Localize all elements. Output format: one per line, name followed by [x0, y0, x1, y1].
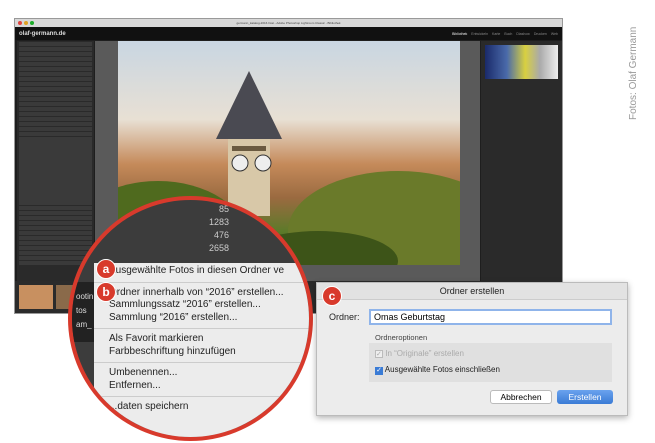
- folder-row[interactable]: [19, 136, 92, 141]
- badge-c: c: [322, 286, 342, 306]
- folder-row[interactable]: [19, 236, 92, 241]
- option-include-selected-label: Ausgewählte Fotos einschließen: [384, 365, 500, 374]
- folder-row[interactable]: [19, 156, 92, 161]
- folder-row[interactable]: [19, 126, 92, 131]
- folder-row[interactable]: [19, 241, 92, 246]
- magnifier-circle: 85 1283 476 2658 ootin tos am_ Ausgewähl…: [68, 196, 313, 441]
- folder-row[interactable]: [19, 81, 92, 86]
- folder-row[interactable]: [19, 46, 92, 51]
- title-bar: germann_katalog-2016.lrcat - Adobe Photo…: [15, 19, 562, 27]
- filmstrip-thumbnail[interactable]: [19, 285, 53, 309]
- folder-row[interactable]: [19, 231, 92, 236]
- folder-row[interactable]: [19, 131, 92, 136]
- folder-row[interactable]: [19, 251, 92, 256]
- option-in-originals-label: In “Originale” erstellen: [385, 349, 464, 358]
- folder-row[interactable]: [19, 56, 92, 61]
- folder-row[interactable]: [19, 86, 92, 91]
- folder-row[interactable]: [19, 41, 92, 46]
- module-drucken[interactable]: Drucken: [534, 32, 547, 36]
- folder-row[interactable]: [19, 246, 92, 251]
- module-web[interactable]: Web: [551, 32, 558, 36]
- folder-row[interactable]: [19, 211, 92, 216]
- folder-row[interactable]: [19, 66, 92, 71]
- folder-row[interactable]: [19, 201, 92, 206]
- menu-item-move-photos[interactable]: Ausgewählte Fotos in diesen Ordner ve: [94, 265, 309, 278]
- checkbox-checked-icon[interactable]: ✓: [375, 367, 383, 375]
- menu-item-create-collection[interactable]: Sammlung “2016” erstellen...: [94, 312, 309, 325]
- option-in-originals[interactable]: ✓ In “Originale” erstellen: [375, 349, 464, 358]
- create-folder-dialog: Ordner erstellen Ordner: Ordneroptionen …: [316, 282, 628, 416]
- folders-panel: [17, 41, 94, 281]
- folder-row[interactable]: [19, 226, 92, 231]
- folder-name-input[interactable]: [369, 309, 612, 325]
- folder-row[interactable]: [19, 181, 92, 186]
- folder-row[interactable]: [19, 76, 92, 81]
- folder-row[interactable]: [19, 191, 92, 196]
- option-include-selected[interactable]: ✓ Ausgewählte Fotos einschließen: [375, 365, 500, 375]
- menu-item-save-metadata[interactable]: ...daten speichern: [94, 401, 309, 414]
- folder-row[interactable]: [19, 196, 92, 201]
- menu-item-create-collection-set[interactable]: Sammlungssatz “2016” erstellen...: [94, 299, 309, 312]
- module-diashow[interactable]: Diashow: [516, 32, 529, 36]
- dialog-title: Ordner erstellen: [317, 283, 627, 300]
- module-bibliothek[interactable]: Bibliothek: [452, 32, 467, 36]
- folder-row[interactable]: [19, 96, 92, 101]
- identity-bar: olaf-germann.de Bibliothek Entwickeln Ka…: [15, 27, 562, 40]
- folder-row[interactable]: [19, 186, 92, 191]
- folder-count: 1283: [208, 217, 229, 227]
- badge-b: b: [96, 282, 116, 302]
- folder-context-menu: Ausgewählte Fotos in diesen Ordner ve Or…: [94, 263, 309, 437]
- folder-row[interactable]: [19, 151, 92, 156]
- folder-row[interactable]: [19, 111, 92, 116]
- folder-label: Ordner:: [329, 312, 360, 322]
- badge-a: a: [96, 259, 116, 279]
- folder-row[interactable]: [19, 101, 92, 106]
- options-label: Ordneroptionen: [375, 333, 428, 342]
- folder-row[interactable]: [19, 51, 92, 56]
- folder-row[interactable]: [19, 91, 92, 96]
- cancel-button[interactable]: Abbrechen: [490, 390, 552, 404]
- zoom-button[interactable]: [30, 21, 34, 25]
- menu-item-add-color-label[interactable]: Farbbeschriftung hinzufügen: [94, 346, 309, 359]
- folder-row[interactable]: [19, 71, 92, 76]
- folder-row[interactable]: [19, 161, 92, 166]
- folder-count: 476: [213, 230, 229, 240]
- folder-row[interactable]: [19, 106, 92, 111]
- folder-row[interactable]: [19, 176, 92, 181]
- menu-item-rename[interactable]: Umbenennen...: [94, 367, 309, 380]
- menu-item-remove[interactable]: Entfernen...: [94, 380, 309, 393]
- folder-row[interactable]: [19, 221, 92, 226]
- minimize-button[interactable]: [24, 21, 28, 25]
- module-picker: Bibliothek Entwickeln Karte Buch Diashow…: [452, 32, 558, 36]
- folder-count: 85: [218, 204, 229, 214]
- menu-item-create-folder-inside[interactable]: Ordner innerhalb von “2016” erstellen...: [94, 287, 309, 300]
- module-karte[interactable]: Karte: [492, 32, 500, 36]
- logo: olaf-germann.de: [19, 30, 66, 37]
- folder-row[interactable]: [19, 171, 92, 176]
- folder-row[interactable]: [19, 141, 92, 146]
- close-button[interactable]: [18, 21, 22, 25]
- module-buch[interactable]: Buch: [504, 32, 512, 36]
- histogram-panel: [481, 41, 562, 281]
- folder-row[interactable]: [19, 61, 92, 66]
- folder-row[interactable]: [19, 206, 92, 211]
- histogram: [485, 45, 558, 79]
- folder-row[interactable]: [19, 121, 92, 126]
- folder-row[interactable]: [19, 146, 92, 151]
- menu-item-mark-favorite[interactable]: Als Favorit markieren: [94, 333, 309, 346]
- folder-row[interactable]: [19, 256, 92, 261]
- create-button[interactable]: Erstellen: [557, 390, 613, 404]
- folder-row[interactable]: [19, 216, 92, 221]
- window-title: germann_katalog-2016.lrcat - Adobe Photo…: [236, 21, 341, 25]
- module-entwickeln[interactable]: Entwickeln: [471, 32, 488, 36]
- folder-row[interactable]: [19, 166, 92, 171]
- photo-credit: Fotos: Olaf Germann: [628, 26, 639, 120]
- folder-row[interactable]: [19, 116, 92, 121]
- folder-count: 2658: [208, 243, 229, 253]
